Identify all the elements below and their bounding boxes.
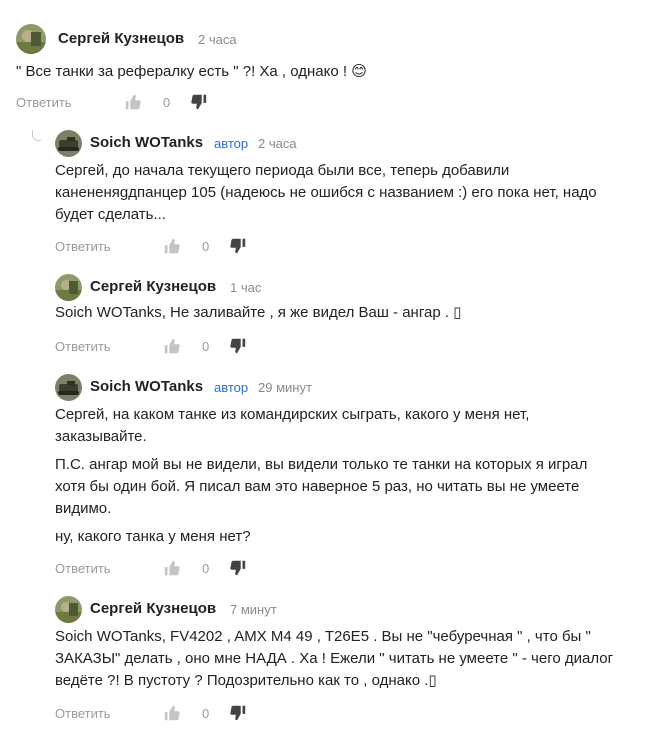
comment-text: " Все танки за рефералку есть " ?! Ха , …: [16, 61, 596, 89]
author-badge: автор: [214, 380, 249, 395]
avatar-image: [55, 274, 82, 301]
comment-author[interactable]: Сергей Кузнецов: [90, 600, 216, 617]
comment-author[interactable]: Soich WOTanks: [90, 378, 203, 395]
author-badge: автор: [214, 136, 249, 151]
reply-thread-connector: [32, 130, 41, 141]
like-count: 0: [163, 95, 171, 110]
avatar[interactable]: [55, 274, 82, 301]
reply-button[interactable]: Ответить: [55, 561, 111, 576]
avatar[interactable]: [55, 374, 82, 401]
comment-paragraph: Сергей, до начала текущего периода были …: [55, 162, 597, 223]
comment-time: 2 часа: [198, 32, 237, 47]
thumbs-up-icon[interactable]: [163, 704, 181, 722]
comment-paragraph: Soich WOTanks, Не заливайте , я же видел…: [55, 304, 462, 321]
avatar-image: [16, 24, 46, 54]
reply-button[interactable]: Ответить: [55, 706, 111, 721]
avatar-image: [55, 374, 82, 401]
reply-button[interactable]: Ответить: [55, 339, 111, 354]
avatar-image: [55, 130, 82, 157]
comment-time: 1 час: [230, 280, 262, 295]
comment-paragraph: Soich WOTanks, FV4202 , AMX M4 49 , T26E…: [55, 628, 614, 689]
like-count: 0: [202, 239, 210, 254]
comment-text: Soich WOTanks, FV4202 , AMX M4 49 , T26E…: [55, 626, 620, 698]
comment-text: Сергей, до начала текущего периода были …: [55, 160, 615, 232]
avatar[interactable]: [55, 130, 82, 157]
thumbs-down-icon[interactable]: [229, 559, 247, 577]
comment-author[interactable]: Сергей Кузнецов: [90, 278, 216, 295]
like-count: 0: [202, 561, 210, 576]
reply-button[interactable]: Ответить: [55, 239, 111, 254]
comment-time: 2 часа: [258, 136, 297, 151]
thumbs-up-icon[interactable]: [163, 237, 181, 255]
thumbs-up-icon[interactable]: [163, 559, 181, 577]
comment-author[interactable]: Soich WOTanks: [90, 134, 203, 151]
comment-paragraph: П.С. ангар мой вы не видели, вы видели т…: [55, 456, 588, 517]
thumbs-down-icon[interactable]: [229, 337, 247, 355]
comment-time: 7 минут: [230, 602, 277, 617]
comment-paragraph: Сергей, на каком танке из командирских с…: [55, 406, 530, 445]
reply-button[interactable]: Ответить: [16, 95, 72, 110]
comment-text: Soich WOTanks, Не заливайте , я же видел…: [55, 302, 615, 330]
comment-paragraph: " Все танки за рефералку есть " ?! Ха , …: [16, 63, 367, 80]
thumbs-up-icon[interactable]: [163, 337, 181, 355]
comment-author[interactable]: Сергей Кузнецов: [58, 30, 184, 47]
avatar-image: [55, 596, 82, 623]
thumbs-up-icon[interactable]: [124, 93, 142, 111]
thumbs-down-icon[interactable]: [229, 704, 247, 722]
thumbs-down-icon[interactable]: [190, 93, 208, 111]
like-count: 0: [202, 706, 210, 721]
comment-time: 29 минут: [258, 380, 312, 395]
like-count: 0: [202, 339, 210, 354]
comment-paragraph: ну, какого танка у меня нет?: [55, 528, 251, 545]
comment-text: Сергей, на каком танке из командирских с…: [55, 404, 615, 554]
avatar[interactable]: [16, 24, 46, 54]
avatar[interactable]: [55, 596, 82, 623]
thumbs-down-icon[interactable]: [229, 237, 247, 255]
